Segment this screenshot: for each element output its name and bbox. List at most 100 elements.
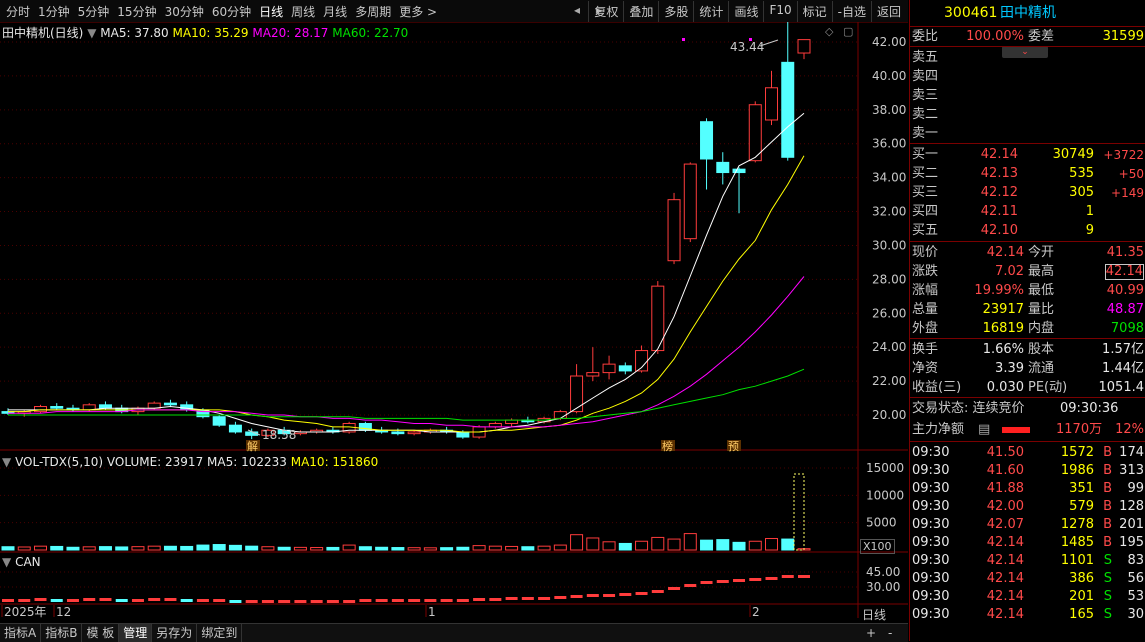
candle-body[interactable] [456,431,470,438]
volume-bar[interactable] [553,544,567,551]
candle-body[interactable] [570,375,584,413]
tick-row[interactable]: 09:30 41.88 351 B 99 [910,480,1145,498]
volume-bar[interactable] [98,546,112,551]
candle-body[interactable] [700,121,714,160]
bid-row[interactable]: 买一 42.14 30749 +3722 [910,146,1145,164]
ask-row[interactable]: 卖一 [910,125,1145,143]
volume-bar[interactable] [765,538,779,551]
volume-bar[interactable] [1,546,15,551]
volume-bar[interactable] [66,546,80,551]
volume-bar[interactable] [635,540,649,551]
tool-button-0[interactable]: 复权 [588,1,623,22]
volume-bar[interactable] [131,546,145,551]
expand-icon[interactable]: ▢ [843,25,853,38]
period-tab-9[interactable]: 多周期 [351,3,395,20]
volume-bar[interactable] [50,545,64,551]
volume-bar[interactable] [228,544,242,551]
volume-bar[interactable] [716,539,730,551]
netflow-row[interactable]: 主力净额 ▤ 1170万 12% [910,421,1145,439]
volume-bar[interactable] [342,544,356,551]
tool-button-2[interactable]: 多股 [658,1,693,22]
candle-body[interactable] [716,161,730,174]
volume-bar[interactable] [667,538,681,551]
volume-bar[interactable] [570,534,584,551]
period-tab-7[interactable]: 周线 [287,3,319,20]
ask-row[interactable]: 卖四 [910,68,1145,86]
candle-body[interactable] [228,424,242,433]
period-tab-5[interactable]: 60分钟 [208,3,255,20]
ask-row[interactable]: 卖三 [910,87,1145,105]
volume-bar[interactable] [82,546,96,551]
candle-body[interactable] [667,199,681,262]
volume-bar[interactable] [602,541,616,551]
tick-row[interactable]: 09:30 42.00 579 B 128 [910,498,1145,516]
candle-body[interactable] [407,431,421,435]
volume-bar[interactable] [586,537,600,551]
tick-row[interactable]: 09:30 41.60 1986 B 313 [910,462,1145,480]
volume-bar[interactable] [748,540,762,551]
bid-row[interactable]: 买四 42.11 1 [910,203,1145,221]
candle-body[interactable] [553,411,567,419]
candle-body[interactable] [163,402,177,406]
volume-bar[interactable] [781,538,795,551]
tick-row[interactable]: 09:30 42.14 386 S 56 [910,570,1145,588]
volume-bar[interactable] [261,546,275,551]
zoom-in-button[interactable]: + [862,624,880,642]
tag-jie[interactable]: 解 [247,439,258,453]
volume-bar[interactable] [17,546,31,551]
volume-bar[interactable] [391,547,405,551]
candle-body[interactable] [488,422,502,428]
volume-bar[interactable] [505,545,519,551]
can-toggle-icon[interactable]: ▼ [2,555,11,569]
volume-bar[interactable] [147,545,161,551]
volume-bar[interactable] [700,539,714,551]
period-tab-2[interactable]: 5分钟 [74,3,114,20]
tick-row[interactable]: 09:30 42.14 1485 B 195 [910,534,1145,552]
candle-body[interactable] [391,431,405,435]
ask-row[interactable]: 卖二 [910,106,1145,124]
candle-body[interactable] [732,168,746,174]
candle-body[interactable] [765,87,779,121]
period-tab-8[interactable]: 月线 [319,3,351,20]
tick-row[interactable]: 09:30 42.14 201 S 53 [910,588,1145,606]
bid-row[interactable]: 买五 42.10 9 [910,222,1145,240]
tool-button-6[interactable]: 标记 [796,1,832,22]
bid-row[interactable]: 买二 42.13 535 +50 [910,165,1145,183]
volume-bar[interactable] [488,545,502,551]
volume-bar[interactable] [310,547,324,551]
tab-template[interactable]: 模 板 [82,624,120,642]
tab-manage[interactable]: 管理 [119,624,153,642]
volume-bar[interactable] [683,533,697,551]
period-tab-3[interactable]: 15分钟 [113,3,160,20]
candle-body[interactable] [50,406,64,409]
volume-bar[interactable] [732,541,746,551]
volume-bar[interactable] [33,545,47,551]
candle-body[interactable] [618,365,632,372]
tab-indicator-a[interactable]: 指标A [0,624,42,642]
volume-bar[interactable] [440,547,454,551]
volume-bar[interactable] [196,544,210,551]
tab-save-as[interactable]: 另存为 [152,624,198,642]
tick-row[interactable]: 09:30 42.14 1101 S 83 [910,552,1145,570]
volume-bar[interactable] [407,547,421,551]
volume-bar[interactable] [212,544,226,551]
candle-body[interactable] [33,406,47,413]
volume-bar[interactable] [245,545,259,551]
candle-body[interactable] [212,416,226,426]
vol-toggle-icon[interactable]: ▼ [2,455,11,469]
volume-bar[interactable] [375,546,389,551]
kline-chart[interactable]: 42.00 40.00 38.00 36.00 34.00 32.00 30.00 28.00… [0,17,908,619]
volume-bar[interactable] [115,546,129,551]
volume-bar[interactable] [537,545,551,551]
tool-button-1[interactable]: 叠加 [623,1,658,22]
period-tab-4[interactable]: 30分钟 [161,3,208,20]
diamond-icon[interactable]: ◇ [825,25,834,38]
candle-body[interactable] [781,61,795,158]
volume-bar[interactable] [472,545,486,551]
volume-bar[interactable] [293,546,307,551]
volume-bar[interactable] [456,546,470,551]
volume-bar[interactable] [358,546,372,551]
period-tab-1[interactable]: 1分钟 [34,3,74,20]
volume-bar[interactable] [326,546,340,551]
tab-bind-to[interactable]: 绑定到 [197,624,243,642]
